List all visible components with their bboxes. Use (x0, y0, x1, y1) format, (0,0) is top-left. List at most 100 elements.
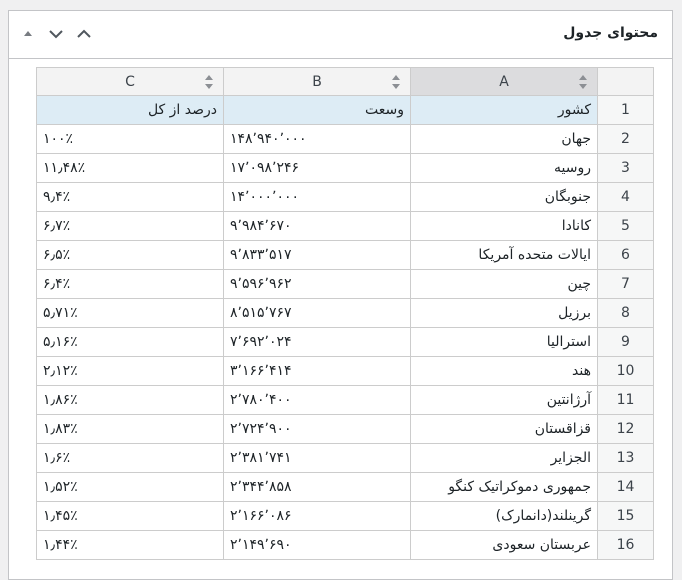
table-row: ۶٫۴٪ ۹٬۵۹۶٬۹۶۲ چین 7 (36, 269, 654, 299)
row-number[interactable]: 5 (597, 211, 654, 241)
move-up-icon[interactable] (17, 23, 39, 45)
cell-c[interactable]: درصد از کل (36, 95, 224, 125)
cell-a[interactable]: آرژانتین (410, 385, 598, 415)
table-row: ۲٫۱۲٪ ۳٬۱۶۶٬۴۱۴ هند 10 (36, 356, 654, 386)
table-row: ۱٫۴۴٪ ۲٬۱۴۹٬۶۹۰ عربستان سعودی 16 (36, 530, 654, 560)
cell-c[interactable]: ۲٫۱۲٪ (36, 356, 224, 386)
row-number[interactable]: 15 (597, 501, 654, 531)
table-row: ۵٫۱۶٪ ۷٬۶۹۲٬۰۲۴ استرالیا 9 (36, 327, 654, 357)
table-row: درصد از کل وسعت کشور 1 (36, 95, 654, 125)
cell-c[interactable]: ۱٫۴۴٪ (36, 530, 224, 560)
row-number[interactable]: 6 (597, 240, 654, 270)
cell-b[interactable]: ۹٬۵۹۶٬۹۶۲ (223, 269, 411, 299)
metabox-inside: C B A درصد از کل وسعت کشور 1 ۱۰۰٪ ۱۴۸٬۹۴۰٬۰۰۰… (9, 59, 672, 579)
row-number[interactable]: 1 (597, 95, 654, 125)
row-number[interactable]: 9 (597, 327, 654, 357)
cell-c[interactable]: ۶٫۵٪ (36, 240, 224, 270)
cell-b[interactable]: ۷٬۶۹۲٬۰۲۴ (223, 327, 411, 357)
column-header-a[interactable]: A (410, 67, 598, 96)
column-header-c[interactable]: C (36, 67, 224, 96)
cell-a[interactable]: قزاقستان (410, 414, 598, 444)
column-header-label: A (499, 73, 509, 90)
cell-b[interactable]: وسعت (223, 95, 411, 125)
spreadsheet-table: C B A درصد از کل وسعت کشور 1 ۱۰۰٪ ۱۴۸٬۹۴۰٬۰۰۰… (36, 67, 654, 560)
row-number[interactable]: 4 (597, 182, 654, 212)
row-number[interactable]: 2 (597, 124, 654, 154)
cell-b[interactable]: ۹٬۸۳۳٬۵۱۷ (223, 240, 411, 270)
cell-c[interactable]: ۶٫۷٪ (36, 211, 224, 241)
column-header-label: C (125, 73, 135, 90)
row-number[interactable]: 3 (597, 153, 654, 183)
cell-a[interactable]: الجزایر (410, 443, 598, 473)
sort-icon[interactable] (579, 74, 587, 90)
row-number[interactable]: 10 (597, 356, 654, 386)
cell-b[interactable]: ۳٬۱۶۶٬۴۱۴ (223, 356, 411, 386)
cell-a[interactable]: جنوبگان (410, 182, 598, 212)
cell-b[interactable]: ۲٬۱۴۹٬۶۹۰ (223, 530, 411, 560)
row-number[interactable]: 13 (597, 443, 654, 473)
cell-a[interactable]: کشور (410, 95, 598, 125)
cell-b[interactable]: ۲٬۷۸۰٬۴۰۰ (223, 385, 411, 415)
cell-c[interactable]: ۵٫۷۱٪ (36, 298, 224, 328)
row-number[interactable]: 8 (597, 298, 654, 328)
cell-b[interactable]: ۱۷٬۰۹۸٬۲۴۶ (223, 153, 411, 183)
table-row: ۱٫۴۵٪ ۲٬۱۶۶٬۰۸۶ گرینلند(دانمارک) 15 (36, 501, 654, 531)
cell-a[interactable]: هند (410, 356, 598, 386)
column-header-label: B (312, 73, 322, 90)
cell-b[interactable]: ۲٬۳۴۴٬۸۵۸ (223, 472, 411, 502)
table-row: ۱٫۵۲٪ ۲٬۳۴۴٬۸۵۸ جمهوری دموکراتیک کنگو 14 (36, 472, 654, 502)
cell-a[interactable]: جمهوری دموکراتیک کنگو (410, 472, 598, 502)
cell-c[interactable]: ۶٫۴٪ (36, 269, 224, 299)
cell-a[interactable]: گرینلند(دانمارک) (410, 501, 598, 531)
table-content-metabox: محتوای جدول C B A درصد از کل وسعت کشور 1… (8, 10, 673, 580)
cell-c[interactable]: ۹٫۴٪ (36, 182, 224, 212)
row-number[interactable]: 12 (597, 414, 654, 444)
table-row: ۱٫۸۳٪ ۲٬۷۲۴٬۹۰۰ قزاقستان 12 (36, 414, 654, 444)
sort-icon[interactable] (205, 74, 213, 90)
cell-a[interactable]: برزیل (410, 298, 598, 328)
cell-c[interactable]: ۵٫۱۶٪ (36, 327, 224, 357)
cell-a[interactable]: کانادا (410, 211, 598, 241)
handle-actions (17, 23, 95, 45)
table-row: ۶٫۷٪ ۹٬۹۸۴٬۶۷۰ کانادا 5 (36, 211, 654, 241)
table-row: ۱٫۸۶٪ ۲٬۷۸۰٬۴۰۰ آرژانتین 11 (36, 385, 654, 415)
row-number[interactable]: 16 (597, 530, 654, 560)
cell-a[interactable]: روسیه (410, 153, 598, 183)
cell-c[interactable]: ۱۱٫۴۸٪ (36, 153, 224, 183)
cell-b[interactable]: ۹٬۹۸۴٬۶۷۰ (223, 211, 411, 241)
cell-b[interactable]: ۱۴۸٬۹۴۰٬۰۰۰ (223, 124, 411, 154)
cell-c[interactable]: ۱۰۰٪ (36, 124, 224, 154)
cell-a[interactable]: جهان (410, 124, 598, 154)
chevron-up-icon[interactable] (73, 23, 95, 45)
table-row: ۱۱٫۴۸٪ ۱۷٬۰۹۸٬۲۴۶ روسیه 3 (36, 153, 654, 183)
table-row: ۹٫۴٪ ۱۴٬۰۰۰٬۰۰۰ جنوبگان 4 (36, 182, 654, 212)
cell-c[interactable]: ۱٫۵۲٪ (36, 472, 224, 502)
row-number[interactable]: 14 (597, 472, 654, 502)
cell-c[interactable]: ۱٫۶٪ (36, 443, 224, 473)
cell-a[interactable]: ایالات متحده آمریکا (410, 240, 598, 270)
cell-b[interactable]: ۸٬۵۱۵٬۷۶۷ (223, 298, 411, 328)
cell-b[interactable]: ۱۴٬۰۰۰٬۰۰۰ (223, 182, 411, 212)
cell-b[interactable]: ۲٬۳۸۱٬۷۴۱ (223, 443, 411, 473)
cell-b[interactable]: ۲٬۷۲۴٬۹۰۰ (223, 414, 411, 444)
cell-a[interactable]: عربستان سعودی (410, 530, 598, 560)
row-number[interactable]: 11 (597, 385, 654, 415)
column-header-b[interactable]: B (223, 67, 411, 96)
cell-c[interactable]: ۱٫۴۵٪ (36, 501, 224, 531)
column-header-row: C B A (36, 67, 654, 96)
sort-icon[interactable] (392, 74, 400, 90)
row-number[interactable]: 7 (597, 269, 654, 299)
cell-a[interactable]: چین (410, 269, 598, 299)
cell-c[interactable]: ۱٫۸۶٪ (36, 385, 224, 415)
metabox-header: محتوای جدول (9, 11, 672, 59)
chevron-down-icon[interactable] (45, 23, 67, 45)
cell-c[interactable]: ۱٫۸۳٪ (36, 414, 224, 444)
cell-a[interactable]: استرالیا (410, 327, 598, 357)
corner-header[interactable] (597, 67, 654, 96)
table-row: ۱۰۰٪ ۱۴۸٬۹۴۰٬۰۰۰ جهان 2 (36, 124, 654, 154)
cell-b[interactable]: ۲٬۱۶۶٬۰۸۶ (223, 501, 411, 531)
spreadsheet-body: درصد از کل وسعت کشور 1 ۱۰۰٪ ۱۴۸٬۹۴۰٬۰۰۰ جهان 2 ۱… (36, 95, 654, 560)
table-row: ۶٫۵٪ ۹٬۸۳۳٬۵۱۷ ایالات متحده آمریکا 6 (36, 240, 654, 270)
table-row: ۱٫۶٪ ۲٬۳۸۱٬۷۴۱ الجزایر 13 (36, 443, 654, 473)
metabox-title: محتوای جدول (563, 25, 658, 41)
